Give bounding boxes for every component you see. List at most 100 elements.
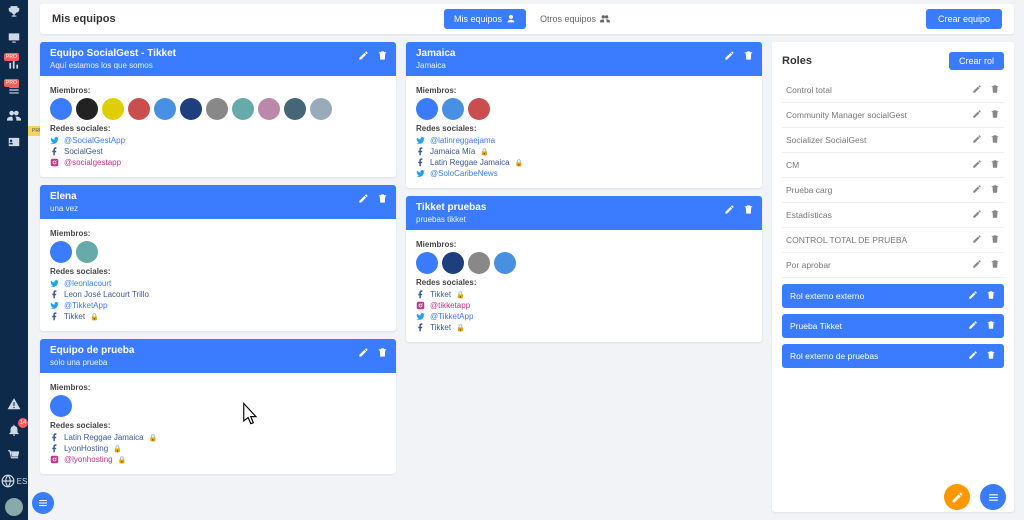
social-link[interactable]: @TikketApp	[50, 301, 386, 310]
social-link[interactable]: @leonlacourt	[50, 279, 386, 288]
delete-role-button[interactable]	[990, 109, 1000, 121]
delete-role-button[interactable]	[986, 350, 996, 362]
delete-role-button[interactable]	[990, 134, 1000, 146]
edit-role-button[interactable]	[972, 109, 982, 121]
member-avatar[interactable]	[416, 252, 438, 274]
member-avatar[interactable]	[310, 98, 332, 120]
social-link[interactable]: Tikket🔒	[416, 290, 752, 299]
edit-role-button[interactable]	[968, 350, 978, 362]
delete-role-button[interactable]	[990, 84, 1000, 96]
member-avatar[interactable]	[50, 98, 72, 120]
edit-team-button[interactable]	[358, 48, 369, 66]
drawer-toggle-button[interactable]	[32, 492, 54, 514]
tab-my-teams[interactable]: Mis equipos	[444, 9, 526, 29]
delete-role-button[interactable]	[986, 290, 996, 302]
role-row[interactable]: CM	[782, 153, 1004, 178]
edit-role-button[interactable]	[972, 134, 982, 146]
delete-role-button[interactable]	[986, 320, 996, 332]
edit-role-button[interactable]	[972, 84, 982, 96]
nav-id-icon[interactable]	[6, 134, 22, 150]
fab-edit-button[interactable]	[944, 484, 970, 510]
role-row[interactable]: Prueba carg	[782, 178, 1004, 203]
delete-role-button[interactable]	[990, 209, 1000, 221]
nav-cart-icon[interactable]	[6, 448, 22, 464]
member-avatar[interactable]	[416, 98, 438, 120]
member-avatar[interactable]	[76, 241, 98, 263]
member-avatar[interactable]	[232, 98, 254, 120]
role-row[interactable]: Estadísticas	[782, 203, 1004, 228]
member-avatar[interactable]	[258, 98, 280, 120]
delete-team-button[interactable]	[743, 202, 754, 220]
role-row[interactable]: Rol externo de pruebas	[782, 344, 1004, 368]
edit-role-button[interactable]	[972, 259, 982, 271]
member-avatar[interactable]	[50, 241, 72, 263]
role-row[interactable]: CONTROL TOTAL DE PRUEBA	[782, 228, 1004, 253]
edit-role-button[interactable]	[972, 159, 982, 171]
social-link[interactable]: @lyonhosting🔒	[50, 455, 386, 464]
create-role-button[interactable]: Crear rol	[949, 52, 1004, 70]
member-avatar[interactable]	[442, 98, 464, 120]
delete-role-button[interactable]	[990, 159, 1000, 171]
delete-role-button[interactable]	[990, 234, 1000, 246]
nav-item4-icon[interactable]: PRO	[6, 82, 22, 98]
social-link[interactable]: @SocialGestApp	[50, 136, 386, 145]
member-avatar[interactable]	[102, 98, 124, 120]
nav-stats-icon[interactable]: PRO	[6, 56, 22, 72]
edit-team-button[interactable]	[358, 191, 369, 209]
nav-bell-icon[interactable]: 14	[6, 422, 22, 438]
social-link[interactable]: LyonHosting🔒	[50, 444, 386, 453]
social-link[interactable]: @socialgestapp	[50, 158, 386, 167]
role-row[interactable]: Socializer SocialGest	[782, 128, 1004, 153]
nav-alert-icon[interactable]	[6, 396, 22, 412]
delete-team-button[interactable]	[377, 191, 388, 209]
delete-team-button[interactable]	[377, 48, 388, 66]
edit-role-button[interactable]	[968, 320, 978, 332]
delete-team-button[interactable]	[377, 345, 388, 363]
role-row[interactable]: Control total	[782, 78, 1004, 103]
fab-menu-button[interactable]	[980, 484, 1006, 510]
social-link[interactable]: Tikket🔒	[416, 323, 752, 332]
edit-team-button[interactable]	[358, 345, 369, 363]
social-link[interactable]: SocialGest	[50, 147, 386, 156]
social-link[interactable]: Latin Reggae Jamaica🔒	[416, 158, 752, 167]
tab-other-teams[interactable]: Otros equipos	[540, 14, 610, 24]
delete-role-button[interactable]	[990, 259, 1000, 271]
edit-role-button[interactable]	[972, 184, 982, 196]
delete-team-button[interactable]	[743, 48, 754, 66]
member-avatar[interactable]	[180, 98, 202, 120]
create-team-button[interactable]: Crear equipo	[926, 9, 1002, 29]
nav-dashboard-icon[interactable]	[6, 30, 22, 46]
edit-team-button[interactable]	[724, 202, 735, 220]
member-avatar[interactable]	[442, 252, 464, 274]
role-row[interactable]: Rol externo externo	[782, 284, 1004, 308]
member-avatar[interactable]	[468, 252, 490, 274]
member-avatar[interactable]	[76, 98, 98, 120]
edit-role-button[interactable]	[972, 234, 982, 246]
member-avatar[interactable]	[494, 252, 516, 274]
delete-role-button[interactable]	[990, 184, 1000, 196]
member-avatar[interactable]	[50, 395, 72, 417]
nav-users-icon[interactable]	[6, 108, 22, 124]
social-link[interactable]: Latin Reggae Jamaica🔒	[50, 433, 386, 442]
role-row[interactable]: Prueba Tikket	[782, 314, 1004, 338]
member-avatar[interactable]	[154, 98, 176, 120]
social-link[interactable]: @TikketApp	[416, 312, 752, 321]
member-avatar[interactable]	[128, 98, 150, 120]
edit-role-button[interactable]	[968, 290, 978, 302]
lang-switch[interactable]: ES	[1, 474, 28, 488]
edit-team-button[interactable]	[724, 48, 735, 66]
nav-logo-icon[interactable]	[6, 4, 22, 20]
member-avatar[interactable]	[284, 98, 306, 120]
role-row[interactable]: Community Manager socialGest	[782, 103, 1004, 128]
social-link[interactable]: Tikket🔒	[50, 312, 386, 321]
user-avatar[interactable]	[5, 498, 23, 516]
role-row[interactable]: Por aprobar	[782, 253, 1004, 278]
member-avatar[interactable]	[468, 98, 490, 120]
social-link[interactable]: Leon José Lacourt Trillo	[50, 290, 386, 299]
social-link[interactable]: @latinreggaejama	[416, 136, 752, 145]
social-link[interactable]: @tikketapp	[416, 301, 752, 310]
edit-role-button[interactable]	[972, 209, 982, 221]
member-avatar[interactable]	[206, 98, 228, 120]
social-link[interactable]: @SoloCaribeNews	[416, 169, 752, 178]
social-link[interactable]: Jamaica Mía🔒	[416, 147, 752, 156]
